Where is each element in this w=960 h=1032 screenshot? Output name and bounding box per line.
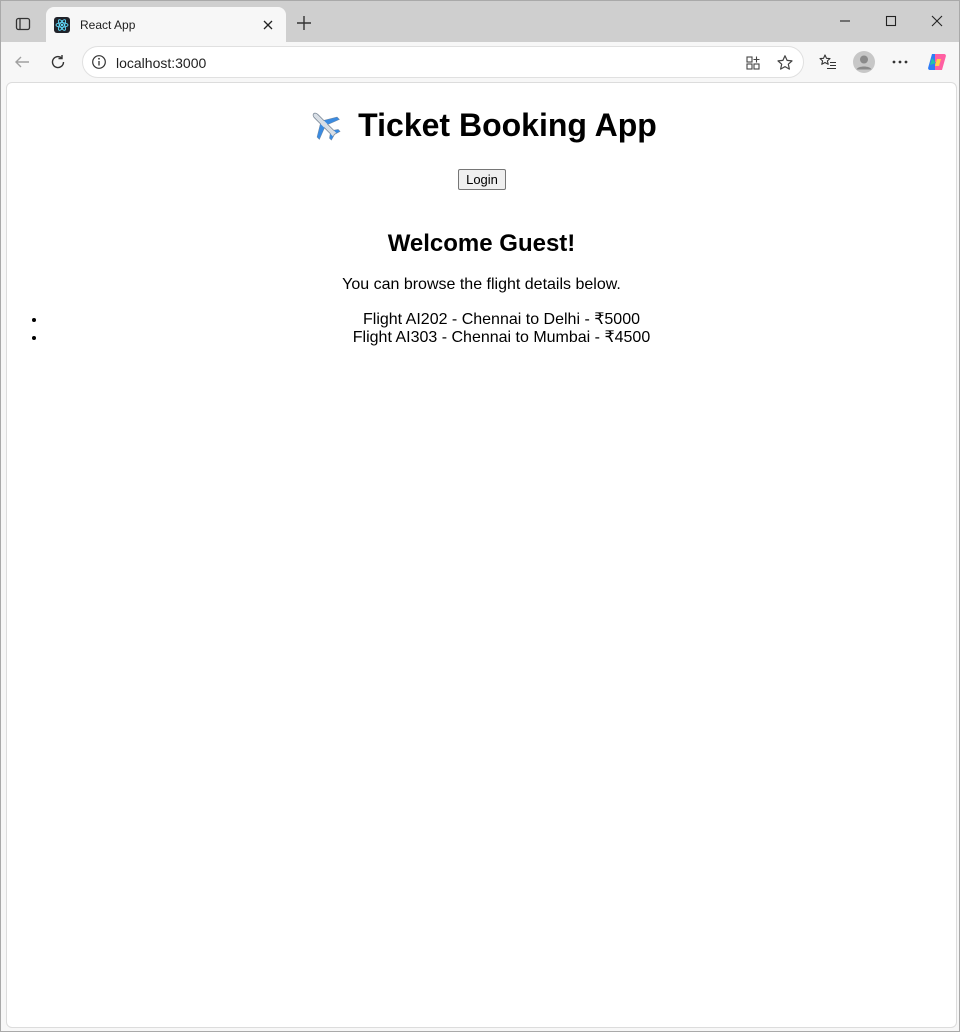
page-viewport: Ticket Booking App Login Welcome Guest! … xyxy=(6,82,957,1028)
login-button[interactable]: Login xyxy=(458,169,506,190)
copilot-button[interactable] xyxy=(923,48,951,76)
back-button[interactable] xyxy=(8,48,36,76)
tab-actions-icon xyxy=(15,17,31,31)
app-available-button[interactable] xyxy=(742,52,764,74)
welcome-heading: Welcome Guest! xyxy=(387,230,576,257)
react-favicon-icon xyxy=(54,16,70,33)
browse-subtitle: You can browse the flight details below. xyxy=(342,276,621,293)
profile-button[interactable] xyxy=(850,48,878,76)
tab-title: React App xyxy=(80,17,136,32)
browser-window: React App localhost:3000 Ticket Booking … xyxy=(0,0,960,1032)
maximize-button[interactable] xyxy=(877,9,905,33)
more-options-icon xyxy=(892,60,908,64)
copilot-icon xyxy=(928,54,946,70)
favorites-button[interactable] xyxy=(814,48,842,76)
favorite-button[interactable] xyxy=(774,52,796,74)
maximize-icon xyxy=(885,15,897,27)
list-item: Flight AI303 - Chennai to Mumbai - ₹4500 xyxy=(47,329,956,347)
plus-icon xyxy=(297,16,311,30)
flight-list: Flight AI202 - Chennai to Delhi - ₹5000 … xyxy=(7,311,956,347)
close-icon xyxy=(263,20,273,29)
close-icon xyxy=(931,15,943,27)
favorites-list-icon xyxy=(819,54,836,70)
tab-strip: React App xyxy=(1,1,959,42)
new-tab-button[interactable] xyxy=(292,11,316,35)
minimize-button[interactable] xyxy=(831,9,859,33)
airplane-icon xyxy=(312,112,341,141)
apps-icon xyxy=(746,56,760,70)
address-bar[interactable]: localhost:3000 xyxy=(82,46,804,78)
minimize-icon xyxy=(840,20,850,22)
back-arrow-icon xyxy=(15,56,29,68)
site-info-icon[interactable] xyxy=(91,54,107,70)
list-item: Flight AI202 - Chennai to Delhi - ₹5000 xyxy=(47,311,956,329)
page-title: Ticket Booking App xyxy=(7,106,956,144)
page-title-text: Ticket Booking App xyxy=(358,106,657,143)
close-window-button[interactable] xyxy=(923,9,951,33)
tab-react-app[interactable]: React App xyxy=(46,7,286,42)
tab-actions-button[interactable] xyxy=(9,10,37,38)
reload-button[interactable] xyxy=(44,48,72,76)
settings-more-button[interactable] xyxy=(886,48,914,76)
browser-toolbar: localhost:3000 xyxy=(1,42,959,82)
tab-close-button[interactable] xyxy=(258,15,278,35)
avatar-icon xyxy=(853,51,875,73)
url-text[interactable]: localhost:3000 xyxy=(116,55,206,71)
star-icon xyxy=(777,55,793,70)
reload-icon xyxy=(51,55,65,69)
